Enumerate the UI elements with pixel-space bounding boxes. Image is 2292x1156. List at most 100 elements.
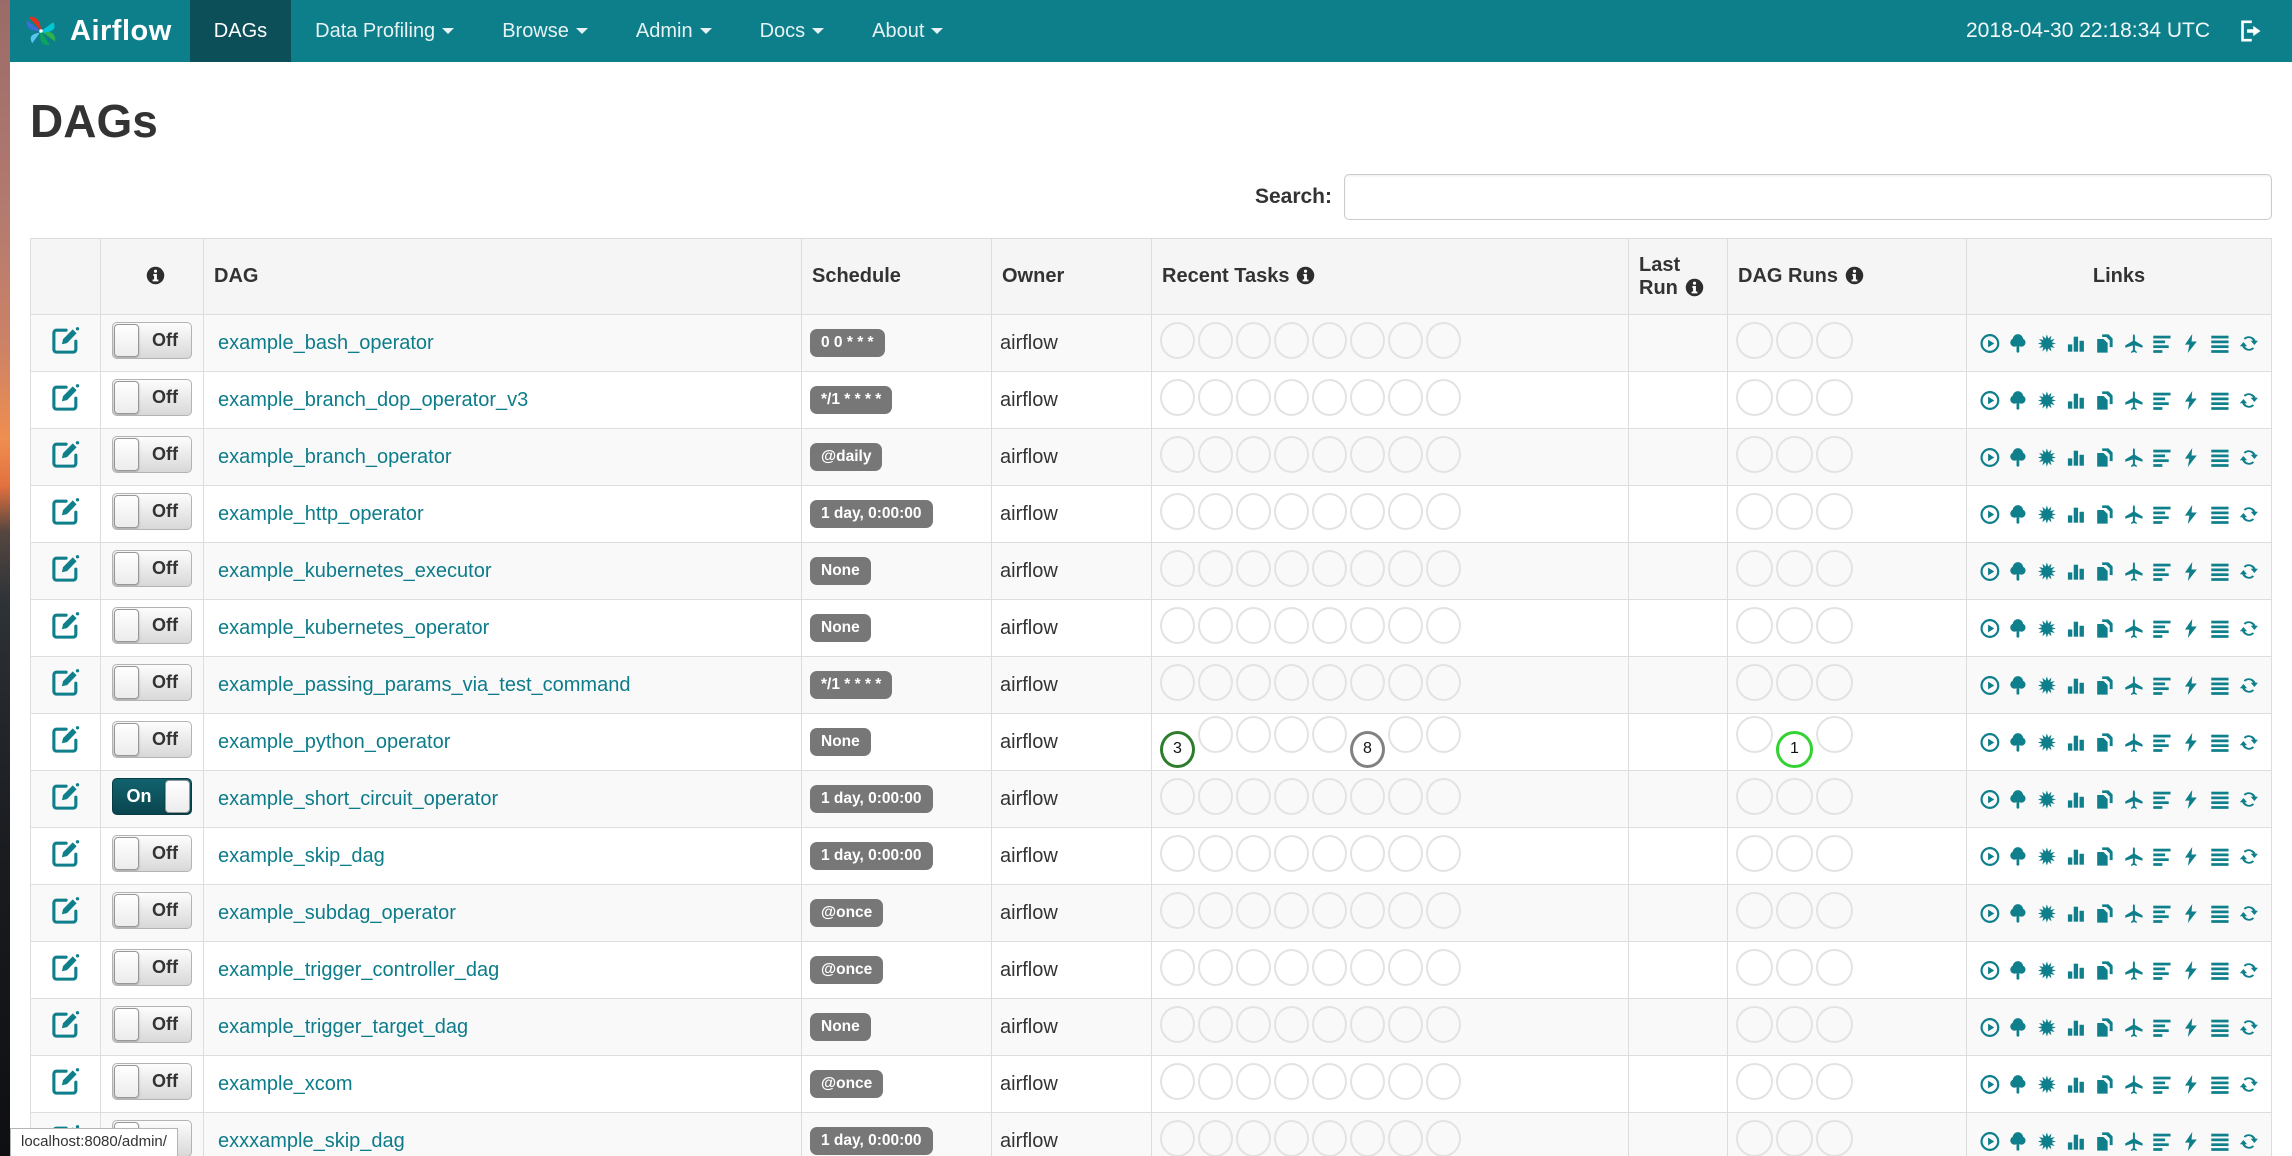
task-state-circle[interactable]	[1274, 948, 1309, 986]
pause-toggle[interactable]: Off	[112, 720, 192, 758]
trigger-dag-link-play-circle-icon[interactable]	[1979, 786, 2001, 813]
task-state-circle[interactable]	[1236, 1062, 1271, 1100]
task-duration-link-bar-chart-icon[interactable]	[2065, 387, 2087, 414]
task-state-circle[interactable]	[1388, 1119, 1423, 1156]
dag-run-circle[interactable]	[1816, 435, 1853, 473]
task-state-circle[interactable]	[1388, 549, 1423, 587]
refresh-link-refresh-icon[interactable]	[2238, 1128, 2260, 1155]
graph-view-link-sunburst-icon[interactable]	[2036, 501, 2058, 528]
dag-run-circle[interactable]	[1736, 777, 1773, 815]
landing-times-link-plane-icon[interactable]	[2123, 558, 2145, 585]
logs-link-align-justify-icon[interactable]	[2209, 672, 2231, 699]
task-state-circle[interactable]	[1426, 777, 1461, 815]
task-state-circle[interactable]	[1236, 716, 1271, 754]
task-tries-link-duplicate-icon[interactable]	[2094, 387, 2116, 414]
code-view-link-flash-icon[interactable]	[2180, 729, 2202, 756]
task-state-circle[interactable]	[1388, 492, 1423, 530]
dag-run-circle[interactable]	[1776, 948, 1813, 986]
code-view-link-flash-icon[interactable]	[2180, 1014, 2202, 1041]
task-state-circle[interactable]	[1350, 606, 1385, 644]
dag-link[interactable]: example_python_operator	[218, 731, 450, 753]
task-state-circle[interactable]	[1350, 1005, 1385, 1043]
dag-run-circle[interactable]	[1816, 1062, 1853, 1100]
airflow-brand[interactable]: Airflow	[10, 0, 190, 62]
task-state-circle[interactable]	[1198, 834, 1233, 872]
task-state-circle[interactable]	[1236, 1005, 1271, 1043]
trigger-dag-link-play-circle-icon[interactable]	[1979, 1071, 2001, 1098]
task-state-circle[interactable]	[1350, 777, 1385, 815]
task-state-circle[interactable]	[1198, 1005, 1233, 1043]
edit-dag-icon[interactable]	[50, 496, 81, 527]
task-state-circle[interactable]	[1274, 777, 1309, 815]
task-state-circle[interactable]	[1388, 1005, 1423, 1043]
graph-view-link-sunburst-icon[interactable]	[2036, 1071, 2058, 1098]
task-state-circle[interactable]	[1312, 378, 1347, 416]
task-state-circle[interactable]	[1312, 891, 1347, 929]
nav-item-browse[interactable]: Browse	[478, 0, 612, 62]
task-state-circle[interactable]	[1160, 891, 1195, 929]
task-state-circle[interactable]	[1350, 1119, 1385, 1156]
edit-dag-icon[interactable]	[50, 439, 81, 470]
dag-run-circle[interactable]	[1736, 948, 1773, 986]
gantt-link-align-left-icon[interactable]	[2151, 501, 2173, 528]
gantt-link-align-left-icon[interactable]	[2151, 558, 2173, 585]
code-view-link-flash-icon[interactable]	[2180, 843, 2202, 870]
tree-view-link-tree-icon[interactable]	[2007, 786, 2029, 813]
dag-run-circle[interactable]	[1736, 834, 1773, 872]
logs-link-align-justify-icon[interactable]	[2209, 330, 2231, 357]
edit-dag-icon[interactable]	[50, 667, 81, 698]
dag-run-circle[interactable]	[1816, 663, 1853, 701]
task-state-circle[interactable]	[1160, 1005, 1195, 1043]
task-state-circle[interactable]	[1160, 492, 1195, 530]
gantt-link-align-left-icon[interactable]	[2151, 387, 2173, 414]
gantt-link-align-left-icon[interactable]	[2151, 1128, 2173, 1155]
task-state-circle[interactable]	[1388, 834, 1423, 872]
dag-link[interactable]: example_kubernetes_executor	[218, 560, 492, 582]
task-state-circle[interactable]	[1198, 948, 1233, 986]
task-state-circle[interactable]	[1160, 378, 1195, 416]
dag-run-circle[interactable]	[1816, 549, 1853, 587]
task-state-circle[interactable]	[1236, 435, 1271, 473]
task-state-circle[interactable]	[1160, 1062, 1195, 1100]
dag-run-circle[interactable]	[1776, 1005, 1813, 1043]
task-state-circle[interactable]	[1426, 663, 1461, 701]
tree-view-link-tree-icon[interactable]	[2007, 444, 2029, 471]
dag-run-circle[interactable]	[1736, 549, 1773, 587]
logs-link-align-justify-icon[interactable]	[2209, 957, 2231, 984]
task-state-circle[interactable]	[1274, 1119, 1309, 1156]
dag-run-circle[interactable]	[1816, 948, 1853, 986]
task-tries-link-duplicate-icon[interactable]	[2094, 786, 2116, 813]
tree-view-link-tree-icon[interactable]	[2007, 729, 2029, 756]
dag-run-circle[interactable]	[1776, 777, 1813, 815]
gantt-link-align-left-icon[interactable]	[2151, 786, 2173, 813]
gantt-link-align-left-icon[interactable]	[2151, 957, 2173, 984]
landing-times-link-plane-icon[interactable]	[2123, 444, 2145, 471]
task-duration-link-bar-chart-icon[interactable]	[2065, 957, 2087, 984]
dag-run-circle[interactable]	[1736, 378, 1773, 416]
pause-toggle[interactable]: Off	[112, 549, 192, 587]
task-duration-link-bar-chart-icon[interactable]	[2065, 900, 2087, 927]
graph-view-link-sunburst-icon[interactable]	[2036, 729, 2058, 756]
task-duration-link-bar-chart-icon[interactable]	[2065, 615, 2087, 642]
landing-times-link-plane-icon[interactable]	[2123, 501, 2145, 528]
task-state-circle[interactable]	[1236, 834, 1271, 872]
dag-run-circle[interactable]	[1776, 321, 1813, 359]
task-state-circle[interactable]	[1426, 549, 1461, 587]
nav-item-dags[interactable]: DAGs	[189, 0, 292, 62]
task-state-circle[interactable]	[1388, 1062, 1423, 1100]
trigger-dag-link-play-circle-icon[interactable]	[1979, 672, 2001, 699]
pause-toggle[interactable]: On	[112, 777, 192, 815]
task-tries-link-duplicate-icon[interactable]	[2094, 900, 2116, 927]
task-state-circle[interactable]	[1236, 492, 1271, 530]
dag-run-circle[interactable]	[1736, 606, 1773, 644]
task-state-circle[interactable]	[1236, 891, 1271, 929]
task-state-circle[interactable]	[1160, 549, 1195, 587]
task-state-circle[interactable]	[1388, 321, 1423, 359]
task-state-circle[interactable]: 3	[1160, 730, 1195, 768]
task-duration-link-bar-chart-icon[interactable]	[2065, 843, 2087, 870]
logs-link-align-justify-icon[interactable]	[2209, 786, 2231, 813]
nav-item-docs[interactable]: Docs	[736, 0, 849, 62]
task-state-circle[interactable]	[1274, 378, 1309, 416]
landing-times-link-plane-icon[interactable]	[2123, 843, 2145, 870]
task-duration-link-bar-chart-icon[interactable]	[2065, 558, 2087, 585]
